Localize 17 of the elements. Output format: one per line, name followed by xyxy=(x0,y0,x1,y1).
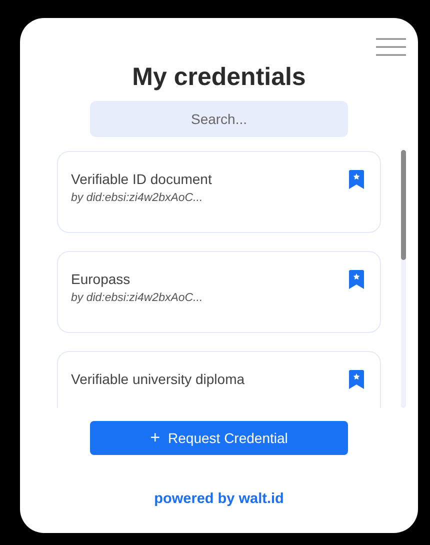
page-title: My credentials xyxy=(132,62,306,92)
bookmark-star-icon xyxy=(349,170,364,189)
credential-card[interactable]: Verifiable ID document by did:ebsi:zi4w2bxAoC... xyxy=(57,151,381,233)
credential-name: Europass xyxy=(71,270,132,289)
search-field[interactable]: Search... xyxy=(90,101,348,137)
menu-icon[interactable] xyxy=(376,38,406,56)
credential-issuer: by did:ebsi:zi4w2bxAoC... xyxy=(71,292,203,304)
credential-issuer: by did:ebsi:zi4w2bxAoC... xyxy=(71,192,204,204)
credential-name: Verifiable university diploma xyxy=(71,370,245,389)
credential-card[interactable]: Europass by did:ebsi:zi4w2bxAoC... xyxy=(57,251,381,333)
request-credential-button[interactable]: + Request Credential xyxy=(90,421,348,455)
powered-by-link[interactable]: powered by walt.id xyxy=(154,491,284,507)
plus-icon: + xyxy=(150,428,160,448)
credential-name: Verifiable ID document xyxy=(71,170,212,189)
bookmark-star-icon xyxy=(349,270,364,289)
bookmark-star-icon xyxy=(349,370,364,389)
scrollbar[interactable] xyxy=(401,150,406,408)
